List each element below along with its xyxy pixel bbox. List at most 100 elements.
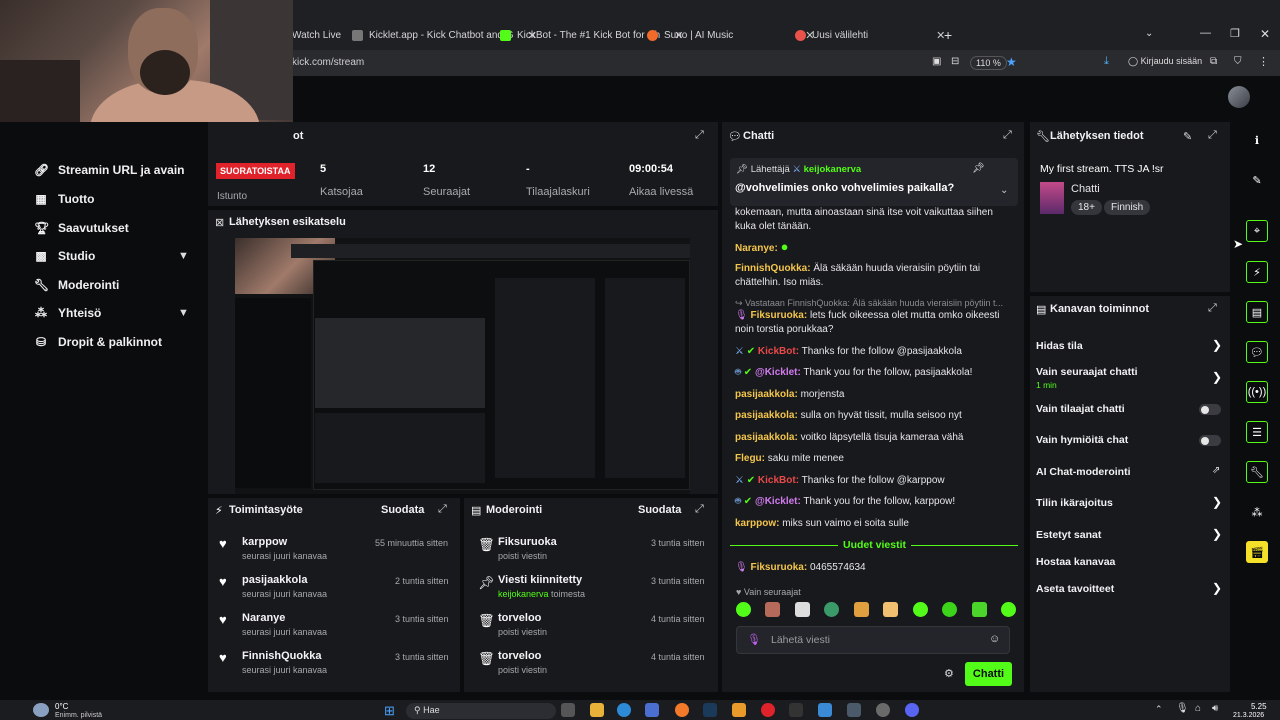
send-chat-button[interactable]: Chatti: [965, 662, 1012, 686]
shield-icon[interactable]: ⛉: [1234, 56, 1242, 67]
expand-icon[interactable]: ⤢: [1208, 302, 1217, 315]
close-window-icon[interactable]: ✕: [1260, 27, 1270, 41]
chevron-down-icon[interactable]: ▼: [178, 307, 189, 319]
chevron-down-icon[interactable]: ⌄: [1000, 185, 1008, 196]
emotes-only-toggle[interactable]: [1199, 435, 1221, 446]
emote-icon[interactable]: [824, 602, 840, 617]
firefox-icon[interactable]: [675, 703, 689, 717]
tab-new[interactable]: Uusi välilehti ✕: [795, 22, 945, 48]
emote-icon[interactable]: [942, 602, 958, 617]
emote-icon[interactable]: [912, 602, 928, 617]
tab-search-chevron-icon[interactable]: ⌄: [1145, 28, 1153, 39]
vlc-icon[interactable]: [732, 703, 746, 717]
screen-capture-icon[interactable]: ▣: [932, 56, 941, 67]
pen-icon[interactable]: ✎: [1246, 169, 1268, 191]
volume-icon[interactable]: 🔊︎: [1212, 703, 1218, 714]
slow-mode-row[interactable]: Hidas tila: [1036, 340, 1083, 352]
expand-icon[interactable]: ⤢: [695, 129, 704, 142]
url-field[interactable]: kick.com/stream: [292, 57, 364, 68]
edit-icon[interactable]: ✎: [1183, 130, 1192, 143]
external-link-icon[interactable]: ⇗: [1212, 465, 1220, 476]
chevron-right-icon[interactable]: ❯: [1212, 581, 1222, 595]
document-icon[interactable]: ▤: [1246, 301, 1268, 323]
photos-icon[interactable]: [818, 703, 832, 717]
emote-icon[interactable]: [736, 602, 751, 617]
list-icon[interactable]: ☰: [1246, 421, 1268, 443]
sidebar-item-revenue[interactable]: ▦ Tuotto: [34, 192, 94, 206]
chevron-down-icon[interactable]: ▼: [178, 250, 189, 262]
moderation-filter-button[interactable]: Suodata: [638, 504, 681, 516]
chevron-right-icon[interactable]: ❯: [1212, 338, 1222, 352]
steam-icon[interactable]: [703, 703, 717, 717]
broadcast-icon[interactable]: ((•)): [1246, 381, 1268, 403]
subscribers-only-toggle[interactable]: [1199, 404, 1221, 415]
lightning-icon[interactable]: ⚡︎: [1246, 261, 1268, 283]
menu-icon[interactable]: ⋮: [1258, 55, 1269, 68]
stream-preview[interactable]: [235, 238, 690, 494]
info-icon[interactable]: ℹ: [1246, 129, 1268, 151]
opera-icon[interactable]: [761, 703, 775, 717]
weather-icon[interactable]: [33, 703, 49, 717]
download-icon[interactable]: ⤓: [1104, 55, 1109, 68]
windows-start-icon[interactable]: ⊞: [384, 703, 395, 719]
emote-icon[interactable]: [853, 602, 869, 617]
host-channel-row[interactable]: Hostaa kanavaa: [1036, 556, 1115, 568]
emote-icon[interactable]: [765, 602, 781, 617]
store-icon[interactable]: [645, 703, 659, 717]
activity-filter-button[interactable]: Suodata: [381, 504, 424, 516]
obs-icon[interactable]: [876, 703, 890, 717]
expand-icon[interactable]: ⤢: [1003, 129, 1012, 142]
camera-focus-icon[interactable]: ⌖: [1246, 220, 1268, 242]
emote-icon[interactable]: [794, 602, 810, 617]
community-icon[interactable]: ⁂: [1246, 501, 1268, 523]
app-icon[interactable]: [847, 703, 861, 717]
bookmark-star-icon[interactable]: ★: [1006, 55, 1017, 69]
avatar[interactable]: [1228, 86, 1250, 108]
sidebar-item-stream-url[interactable]: 🔗︎ Streamin URL ja avain: [34, 163, 185, 177]
sidebar-item-studio[interactable]: ▩ Studio: [34, 249, 95, 263]
chevron-right-icon[interactable]: ❯: [1212, 527, 1222, 541]
followers-only-row[interactable]: Vain seuraajat chatti 1 min: [1036, 366, 1138, 390]
minimize-icon[interactable]: —: [1200, 27, 1211, 39]
sidebar-item-drops[interactable]: ⛁ Dropit & palkinnot: [34, 335, 162, 349]
mic-tray-icon[interactable]: 🎙︎: [1176, 703, 1189, 714]
sign-in-button[interactable]: ◯ Kirjaudu sisään: [1128, 56, 1202, 67]
wrench-icon[interactable]: 🔧︎: [1246, 461, 1268, 483]
sidebar-item-community[interactable]: ⁂ Yhteisö: [34, 306, 101, 320]
mic-icon[interactable]: 🎙︎: [747, 633, 761, 646]
emoji-icon[interactable]: ☺: [989, 633, 1000, 645]
chevron-right-icon[interactable]: ❯: [1212, 370, 1222, 384]
terminal-icon[interactable]: [789, 703, 803, 717]
category-name[interactable]: Chatti: [1071, 183, 1100, 195]
tray-chevron-icon[interactable]: ⌃: [1155, 704, 1163, 715]
file-explorer-icon[interactable]: [590, 703, 604, 717]
network-icon[interactable]: ⌂: [1195, 703, 1201, 714]
clapper-icon[interactable]: 🎬︎: [1246, 541, 1268, 563]
emote-icon[interactable]: [1000, 602, 1016, 617]
edge-icon[interactable]: [617, 703, 631, 717]
sidebar-item-achievements[interactable]: 🏆︎ Saavutukset: [34, 221, 129, 235]
expand-icon[interactable]: ⤢: [1208, 129, 1217, 142]
emote-icon[interactable]: [971, 602, 987, 617]
install-app-icon[interactable]: ⊟: [951, 56, 959, 67]
extensions-icon[interactable]: ⧉: [1210, 56, 1217, 67]
new-tab-icon[interactable]: +: [944, 27, 952, 43]
chevron-right-icon[interactable]: ❯: [1212, 495, 1222, 509]
age-restriction-row[interactable]: Tilin ikärajoitus: [1036, 497, 1113, 509]
expand-icon[interactable]: ⤢: [438, 503, 447, 516]
set-goals-row[interactable]: Aseta tavoitteet: [1036, 583, 1114, 595]
banned-words-row[interactable]: Estetyt sanat: [1036, 529, 1101, 541]
taskbar-search[interactable]: ⚲ Hae: [406, 703, 556, 719]
zoom-level[interactable]: 110 %: [970, 56, 1007, 70]
chat-icon[interactable]: 💬︎: [1246, 341, 1268, 363]
sidebar-item-moderation[interactable]: 🔧︎ Moderointi: [34, 278, 119, 292]
emote-icon[interactable]: [883, 602, 899, 617]
task-view-icon[interactable]: [561, 703, 575, 717]
expand-icon[interactable]: ⤢: [695, 503, 704, 516]
restore-icon[interactable]: ❐: [1230, 27, 1240, 40]
pin-icon[interactable]: 📌︎: [972, 163, 985, 174]
gear-icon[interactable]: ⚙: [944, 667, 954, 680]
tab-suno[interactable]: Suno | AI Music ✕: [647, 22, 815, 48]
ai-moderation-row[interactable]: AI Chat-moderointi: [1036, 466, 1131, 478]
discord-icon[interactable]: [905, 703, 919, 717]
